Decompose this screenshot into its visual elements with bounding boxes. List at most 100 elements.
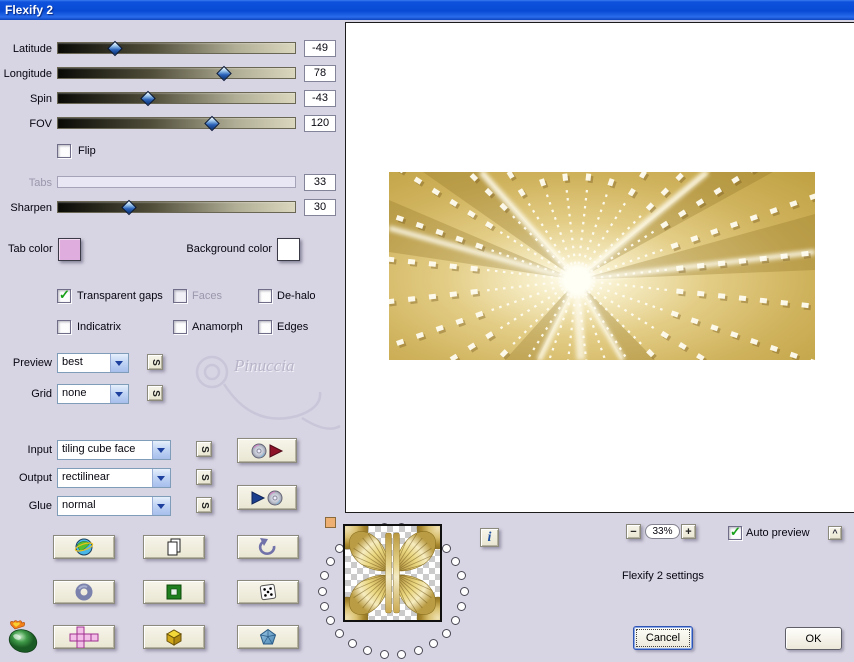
spin-slider-handle[interactable] — [140, 90, 156, 107]
auto-preview-checkbox[interactable] — [728, 524, 742, 540]
unfold-button[interactable] — [53, 625, 115, 649]
collapse-button[interactable]: ^ — [828, 526, 842, 540]
anamorph-checkbox[interactable] — [173, 320, 187, 334]
preview-select-label: Preview — [12, 357, 52, 369]
info-icon: i — [487, 529, 492, 545]
faces-label: Faces — [192, 290, 222, 302]
dial-dot[interactable] — [319, 571, 329, 581]
fov-value[interactable]: 120 — [304, 115, 336, 132]
edges-checkbox[interactable] — [258, 320, 272, 334]
undo-icon — [258, 538, 276, 555]
dial-dot[interactable] — [325, 616, 335, 626]
preview-canvas[interactable] — [345, 22, 854, 513]
ok-button[interactable]: OK — [785, 627, 842, 650]
chevron-down-icon[interactable] — [152, 441, 170, 459]
latitude-value[interactable]: -49 — [304, 40, 336, 57]
spin-value[interactable]: -43 — [304, 90, 336, 107]
preview-s-button[interactable]: S — [147, 354, 163, 370]
dial-dot[interactable] — [441, 544, 451, 554]
output-select[interactable]: rectilinear — [57, 468, 171, 488]
chevron-down-icon[interactable] — [110, 385, 128, 403]
zoom-in-button[interactable]: + — [681, 524, 696, 539]
box-button[interactable] — [143, 625, 205, 649]
fov-slider[interactable] — [57, 115, 296, 132]
cancel-button[interactable]: Cancel — [633, 626, 693, 650]
output-s-button[interactable]: S — [196, 469, 212, 485]
undo-button[interactable] — [237, 535, 299, 559]
dial-dot[interactable] — [413, 646, 423, 656]
copy-button[interactable] — [143, 535, 205, 559]
grid-select[interactable]: none — [57, 384, 129, 404]
grid-select-value: none — [62, 387, 87, 399]
sharpen-value[interactable]: 30 — [304, 199, 336, 216]
latitude-row: Latitude -49 — [0, 40, 345, 60]
preview-select[interactable]: best — [57, 353, 129, 373]
dial-dot[interactable] — [397, 650, 407, 660]
longitude-slider-handle[interactable] — [216, 65, 232, 82]
flip-checkbox[interactable] — [57, 144, 71, 158]
chevron-down-icon[interactable] — [152, 469, 170, 487]
de-halo-checkbox[interactable] — [258, 289, 272, 303]
caret-up-icon: ^ — [832, 528, 838, 538]
glue-s-button[interactable]: S — [196, 497, 212, 513]
anamorph-label: Anamorph — [192, 321, 243, 333]
grid-s-button[interactable]: S — [147, 385, 163, 401]
glue-select[interactable]: normal — [57, 496, 171, 516]
chevron-down-icon[interactable] — [110, 354, 128, 372]
dial-dot[interactable] — [441, 628, 451, 638]
edges-label: Edges — [277, 321, 309, 333]
dial-dot[interactable] — [317, 586, 327, 596]
tabs-row: Tabs 33 — [0, 174, 345, 194]
chevron-down-icon[interactable] — [152, 497, 170, 515]
indicatrix-label: Indicatrix — [77, 321, 122, 333]
fov-slider-handle[interactable] — [204, 115, 220, 132]
latitude-slider-handle[interactable] — [107, 40, 123, 57]
longitude-row: Longitude 78 — [0, 65, 345, 85]
sharpen-slider[interactable] — [57, 199, 296, 216]
dial-dot[interactable] — [428, 639, 438, 649]
indicatrix-checkbox[interactable] — [57, 320, 71, 334]
dial-dot[interactable] — [363, 646, 373, 656]
load-settings-button[interactable] — [237, 438, 297, 463]
save-settings-button[interactable] — [237, 485, 297, 510]
dial-dot[interactable] — [379, 650, 389, 660]
dial-dot[interactable] — [325, 556, 335, 566]
longitude-slider[interactable] — [57, 65, 296, 82]
dial-dot[interactable] — [457, 601, 467, 611]
tabs-value[interactable]: 33 — [304, 174, 336, 191]
window-title: Flexify 2 — [5, 3, 54, 17]
globe-button[interactable] — [53, 535, 115, 559]
torus-button[interactable] — [53, 580, 115, 604]
dial-dot[interactable] — [451, 556, 461, 566]
frame-button[interactable] — [143, 580, 205, 604]
dial-dot[interactable] — [451, 616, 461, 626]
dial-dot[interactable] — [459, 586, 469, 596]
longitude-value[interactable]: 78 — [304, 65, 336, 82]
latitude-slider[interactable] — [57, 40, 296, 57]
spin-slider[interactable] — [57, 90, 296, 107]
seed-dial-marker[interactable] — [325, 517, 336, 528]
watermark: Pinuccia — [192, 348, 342, 440]
background-color-swatch[interactable] — [277, 238, 300, 261]
fov-label: FOV — [29, 118, 52, 130]
dial-dot[interactable] — [335, 628, 345, 638]
dial-dot[interactable] — [457, 571, 467, 581]
flaming-pear-logo[interactable] — [5, 619, 45, 657]
globe-icon — [74, 538, 94, 556]
dial-dot[interactable] — [348, 639, 358, 649]
input-select[interactable]: tiling cube face — [57, 440, 171, 460]
dice-icon — [259, 583, 277, 601]
polyhedron-button[interactable] — [237, 625, 299, 649]
zoom-out-button[interactable]: − — [626, 524, 641, 539]
dice-button[interactable] — [237, 580, 299, 604]
input-s-button[interactable]: S — [196, 441, 212, 457]
window-titlebar[interactable]: Flexify 2 — [0, 0, 854, 20]
dial-dot[interactable] — [319, 601, 329, 611]
auto-preview-label: Auto preview — [746, 527, 810, 539]
glue-select-value: normal — [62, 499, 96, 511]
tab-color-swatch[interactable] — [58, 238, 81, 261]
sharpen-slider-handle[interactable] — [121, 199, 137, 216]
info-button[interactable]: i — [480, 528, 499, 547]
cd-play-red-icon — [251, 443, 284, 458]
transparent-gaps-checkbox[interactable] — [57, 287, 71, 303]
